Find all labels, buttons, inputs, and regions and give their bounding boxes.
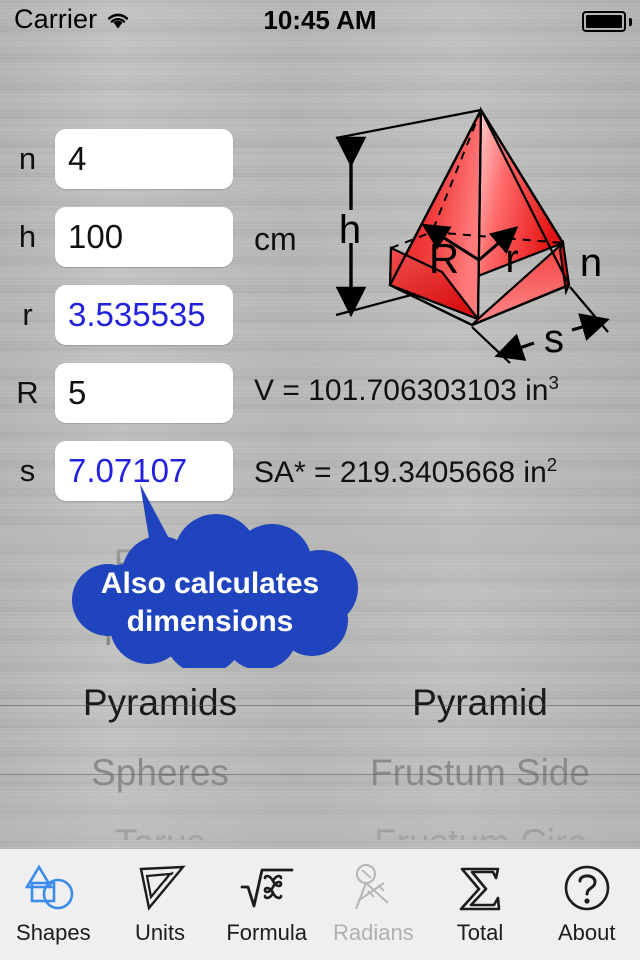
status-bar: Carrier 10:45 AM [0, 0, 640, 44]
battery-fill [586, 15, 622, 28]
field-input-R[interactable]: 5 [55, 363, 233, 423]
compass-icon [355, 864, 390, 910]
volume-unit: in [525, 374, 549, 407]
diagram-label-r: r [505, 237, 518, 281]
volume-result: V = 101.706303103 in3 [254, 372, 559, 408]
callout-bubble [20, 478, 420, 674]
field-input-h[interactable]: 100 [55, 207, 233, 267]
tab-label-formula: Formula [226, 920, 308, 945]
field-input-n[interactable]: 4 [55, 129, 233, 189]
callout-bubble-svg [72, 484, 358, 674]
tab-label-shapes: Shapes [16, 920, 91, 945]
tab-about[interactable]: About [533, 849, 640, 960]
battery-icon [582, 11, 626, 32]
tab-total[interactable]: Total [427, 849, 534, 960]
field-row-n: n 4 [0, 129, 320, 189]
sigma-icon [459, 867, 501, 911]
unit-label-cm: cm [254, 221, 297, 257]
surface-exponent: 2 [546, 454, 558, 475]
battery-nub [629, 18, 632, 26]
diagram-label-h: h [339, 208, 361, 252]
field-label-r: r [22, 297, 33, 332]
tab-label-units: Units [134, 920, 186, 945]
shapes-icon [25, 864, 74, 910]
tab-bar: Shapes Units Formula Radians Total About [0, 848, 640, 960]
field-label-h: h [18, 219, 37, 254]
question-icon [564, 865, 609, 911]
field-input-r[interactable]: 3.535535 [55, 285, 233, 345]
picker-item-torus[interactable]: Torus [0, 808, 320, 840]
tab-label-about: About [557, 920, 616, 945]
field-row-r: r 3.535535 [0, 285, 320, 345]
diagram-label-R: R [429, 235, 459, 282]
tab-shapes[interactable]: Shapes [0, 849, 107, 960]
sqrt-icon [240, 868, 294, 908]
volume-value: 101.706303103 [308, 374, 517, 407]
diagram-label-n: n [580, 241, 602, 285]
tab-label-radians: Radians [332, 920, 414, 945]
tab-formula[interactable]: Formula [213, 849, 320, 960]
pyramid-diagram: h R r n s [320, 80, 640, 370]
ruler-icon [139, 865, 186, 911]
picker-item-pyramid[interactable]: Pyramid [320, 668, 640, 738]
field-label-n: n [18, 141, 37, 176]
picker-item-spheres[interactable]: Spheres [0, 738, 320, 808]
picker-item-frustum-side[interactable]: Frustum Side [320, 738, 640, 808]
picker-item-pyramids[interactable]: Pyramids [0, 668, 320, 738]
pyramid-diagram-svg: h R r n s [335, 106, 610, 364]
tab-radians[interactable]: Radians [320, 849, 427, 960]
volume-prefix: V = [254, 374, 309, 407]
picker-item-frustum-circ[interactable]: Frustum Circ [320, 808, 640, 840]
tab-units[interactable]: Units [107, 849, 214, 960]
tab-label-total: Total [456, 920, 504, 945]
volume-exponent: 3 [548, 372, 559, 393]
surface-unit: in [523, 456, 547, 489]
clock-label: 10:45 AM [263, 5, 377, 35]
diagram-label-s: s [544, 317, 564, 361]
field-label-R: R [16, 375, 39, 410]
